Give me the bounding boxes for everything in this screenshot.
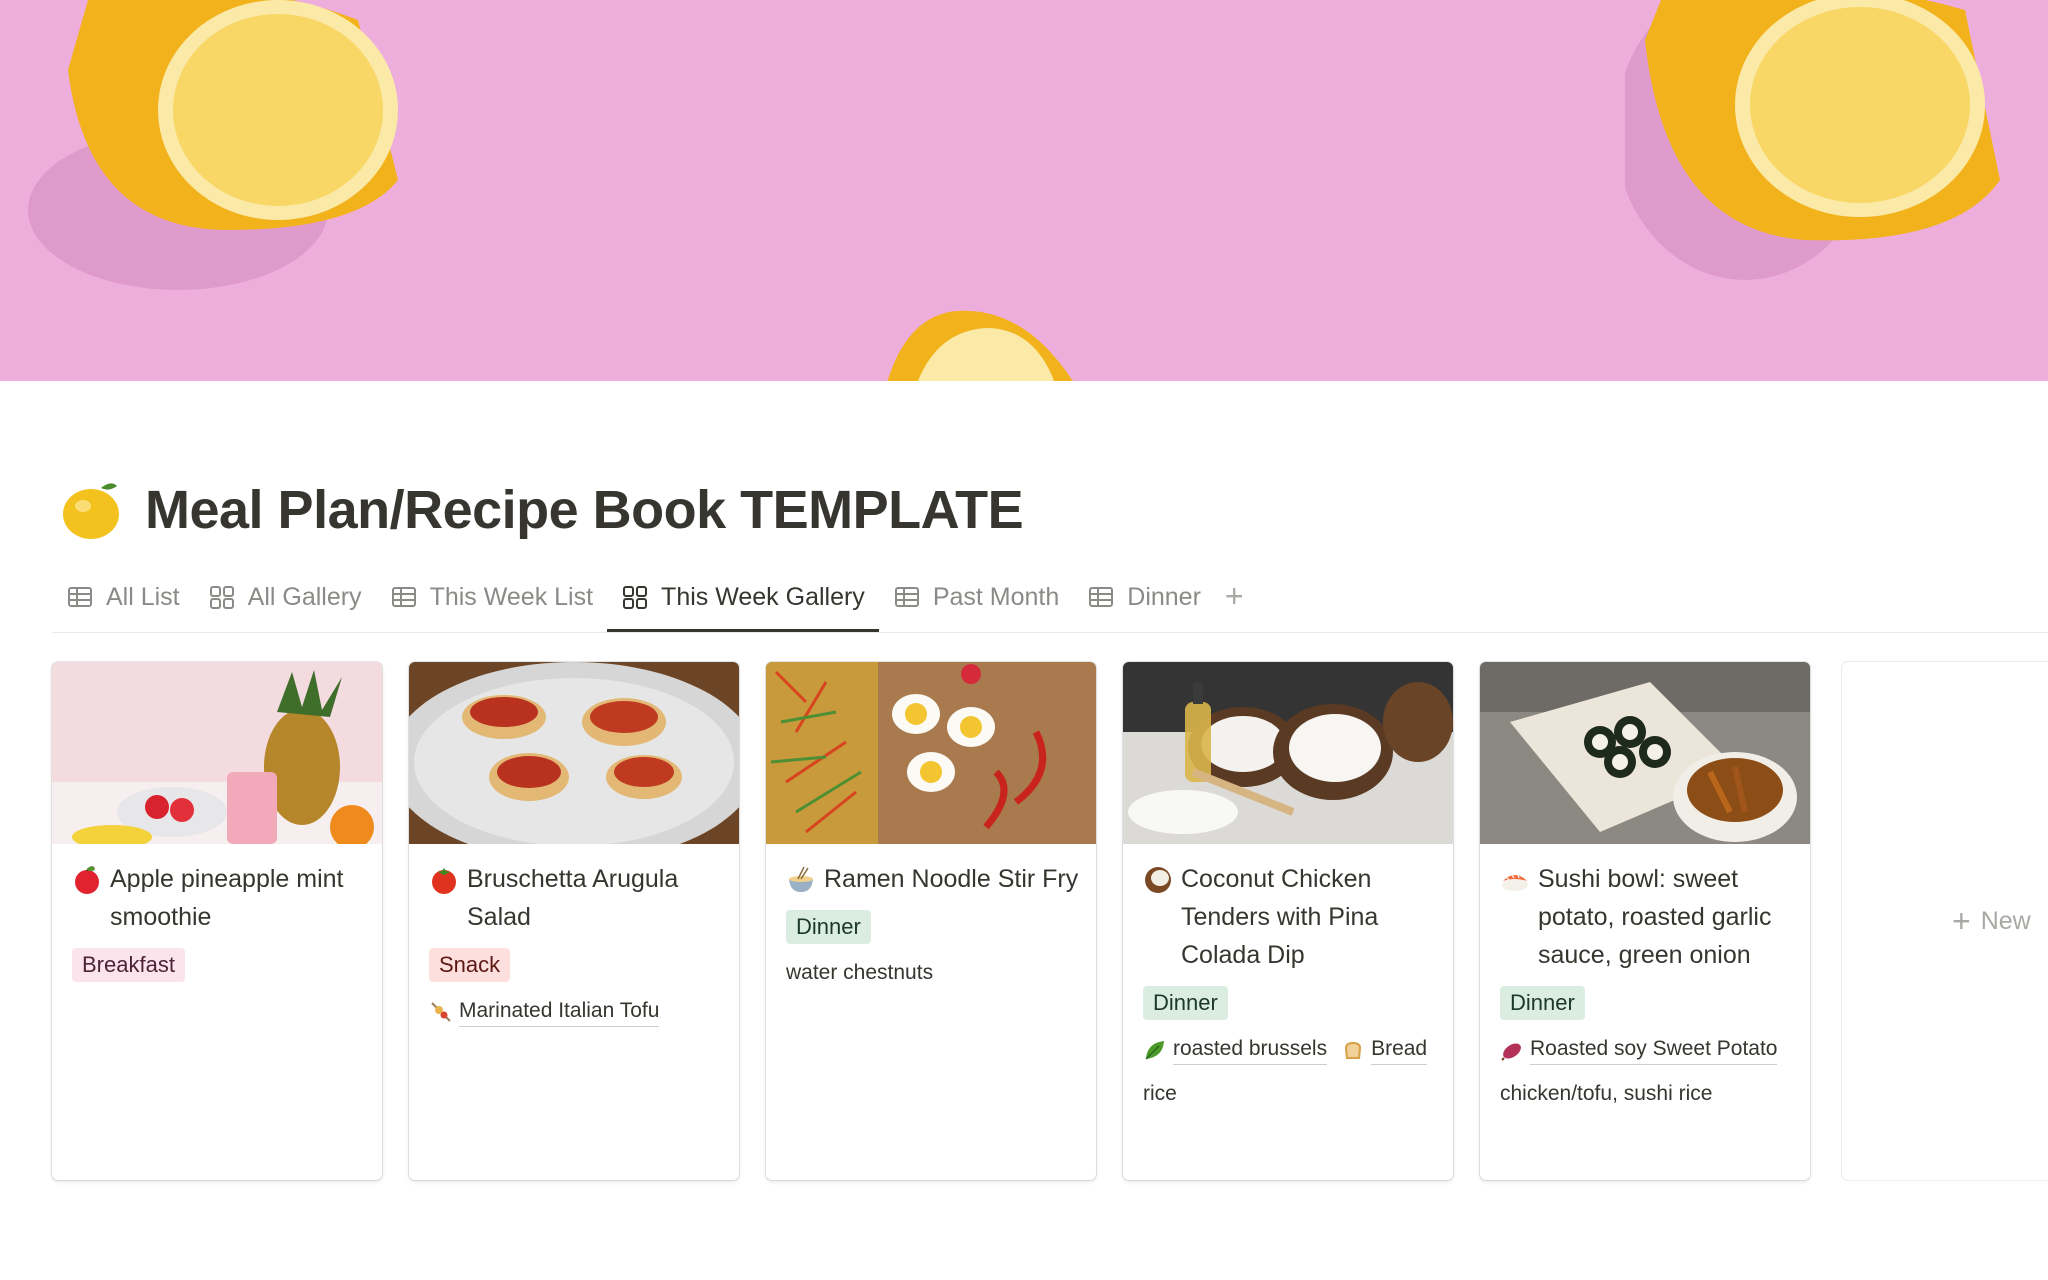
card-cover-image	[409, 662, 739, 844]
relation-label: Marinated Italian Tofu	[459, 996, 660, 1027]
tab-all-list[interactable]: All List	[52, 572, 194, 622]
lemon-half-image	[28, 0, 428, 300]
card-title: Ramen Noodle Stir Fry	[786, 860, 1092, 898]
ingredients-text: rice	[1143, 1082, 1177, 1105]
card-title-text: Coconut Chicken Tenders with Pina Colada…	[1181, 865, 1379, 969]
gallery-icon	[209, 586, 234, 609]
lemon-icon[interactable]	[57, 476, 125, 544]
lemon-half-image	[876, 306, 1076, 381]
apple-icon	[72, 865, 102, 895]
table-icon	[1089, 587, 1114, 607]
skewer-icon	[431, 1001, 451, 1022]
card-body: Coconut Chicken Tenders with Pina Colada…	[1143, 860, 1449, 1109]
lemon-half-image	[1625, 0, 2025, 300]
card-title-text: Apple pineapple mint smoothie	[110, 865, 344, 931]
meal-type-tag: Dinner	[1500, 986, 1585, 1020]
tab-past-month[interactable]: Past Month	[879, 572, 1073, 622]
meal-type-tag: Snack	[429, 948, 511, 982]
card-cover-image	[766, 662, 1096, 844]
card-body: Bruschetta Arugula Salad Snack Marinated…	[429, 860, 735, 1027]
new-card-inner: + New	[1952, 903, 2031, 940]
relation-link[interactable]: Bread	[1341, 1034, 1428, 1065]
ingredients-text: water chestnuts	[786, 961, 934, 984]
table-icon	[894, 587, 919, 607]
relation-link[interactable]: Roasted soy Sweet Potato	[1500, 1034, 1778, 1065]
card-title-text: Bruschetta Arugula Salad	[467, 865, 679, 931]
tab-dinner[interactable]: Dinner	[1073, 572, 1215, 622]
relation-list: Roasted soy Sweet Potato	[1500, 1034, 1806, 1065]
card-body: Ramen Noodle Stir Fry Dinner water chest…	[786, 860, 1092, 988]
card-title: Apple pineapple mint smoothie	[72, 860, 378, 936]
tab-label: All Gallery	[247, 582, 362, 611]
meal-type-tag: Dinner	[1143, 986, 1228, 1020]
new-card-label: New	[1980, 906, 2031, 935]
view-tabs: All List All Gallery This Week List This…	[52, 572, 2048, 633]
card-title-text: Sushi bowl: sweet potato, roasted garlic…	[1538, 865, 1772, 969]
relation-list: Marinated Italian Tofu	[429, 996, 735, 1027]
tab-label: This Week List	[429, 582, 594, 611]
table-icon	[68, 587, 92, 607]
coconut-icon	[1143, 865, 1173, 895]
tab-label: All List	[106, 582, 180, 611]
tab-all-gallery[interactable]: All Gallery	[194, 572, 376, 622]
card-title: Sushi bowl: sweet potato, roasted garlic…	[1500, 860, 1806, 974]
sushi-icon	[1500, 865, 1530, 895]
gallery-card[interactable]: Sushi bowl: sweet potato, roasted garlic…	[1480, 662, 1810, 1180]
card-title: Bruschetta Arugula Salad	[429, 860, 735, 936]
card-body: Apple pineapple mint smoothie Breakfast	[72, 860, 378, 982]
table-icon	[391, 587, 416, 607]
relation-link[interactable]: Marinated Italian Tofu	[429, 996, 660, 1027]
card-body: Sushi bowl: sweet potato, roasted garlic…	[1500, 860, 1806, 1109]
relation-label: roasted brussels	[1173, 1034, 1328, 1065]
ingredients-text: chicken/tofu, sushi rice	[1500, 1082, 1713, 1105]
card-cover-image	[1123, 662, 1453, 844]
gallery-card[interactable]: Apple pineapple mint smoothie Breakfast	[52, 662, 382, 1180]
gallery-card[interactable]: Bruschetta Arugula Salad Snack Marinated…	[409, 662, 739, 1180]
plus-icon: +	[1952, 902, 1971, 939]
gallery-card[interactable]: Coconut Chicken Tenders with Pina Colada…	[1123, 662, 1453, 1180]
page-title-row: Meal Plan/Recipe Book TEMPLATE	[57, 474, 1024, 546]
relation-link[interactable]: roasted brussels	[1143, 1034, 1328, 1065]
add-view-button[interactable]: +	[1215, 572, 1254, 620]
tomato-icon	[429, 865, 459, 895]
card-cover-image	[1480, 662, 1810, 844]
leafy-green-icon	[1145, 1040, 1164, 1060]
meal-type-tag: Dinner	[786, 910, 871, 944]
relation-label: Bread	[1371, 1034, 1428, 1065]
card-title-text: Ramen Noodle Stir Fry	[824, 865, 1079, 893]
tab-label: Dinner	[1127, 582, 1201, 611]
page-cover[interactable]	[0, 0, 2048, 381]
gallery-icon	[623, 586, 648, 609]
bread-icon	[1345, 1041, 1362, 1059]
page-title[interactable]: Meal Plan/Recipe Book TEMPLATE	[145, 479, 1024, 541]
meal-type-tag: Breakfast	[72, 948, 185, 982]
relation-label: Roasted soy Sweet Potato	[1530, 1034, 1778, 1065]
card-title: Coconut Chicken Tenders with Pina Colada…	[1143, 860, 1449, 974]
relation-list: roasted brussels Bread	[1143, 1034, 1449, 1065]
new-card-button[interactable]: + New	[1842, 662, 2048, 1180]
sweet-potato-icon	[1501, 1042, 1521, 1061]
noodle-bowl-icon	[786, 865, 816, 895]
tab-label: This Week Gallery	[661, 582, 865, 611]
tab-this-week-list[interactable]: This Week List	[376, 572, 607, 622]
tab-label: Past Month	[932, 582, 1060, 611]
tab-this-week-gallery[interactable]: This Week Gallery	[607, 572, 879, 632]
gallery-card[interactable]: Ramen Noodle Stir Fry Dinner water chest…	[766, 662, 1096, 1180]
card-cover-image	[52, 662, 382, 844]
